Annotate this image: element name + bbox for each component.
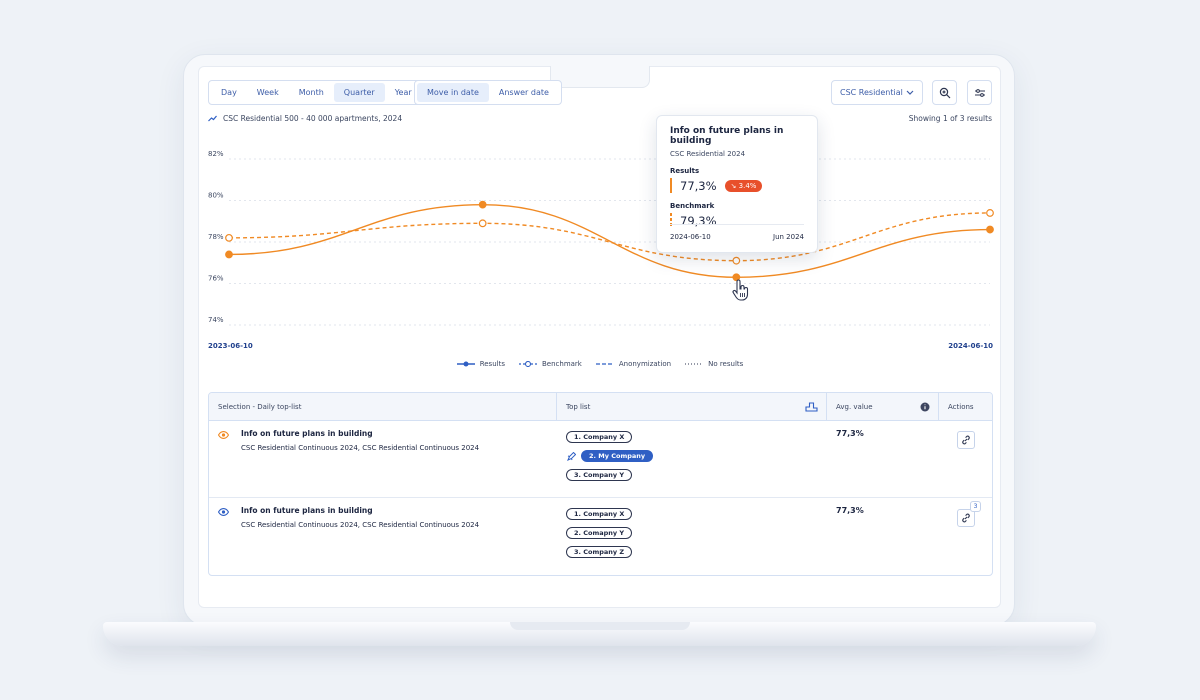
date-type-tabs: Move in date Answer date xyxy=(414,80,562,105)
zoom-button[interactable] xyxy=(932,80,957,105)
results-table: Selection - Daily top-list Top list Avg.… xyxy=(208,392,993,576)
tab-move-in-date[interactable]: Move in date xyxy=(417,83,489,102)
legend-anonymization-icon xyxy=(595,363,614,365)
y-tick-label: 78% xyxy=(208,233,224,241)
legend-anonymization-label: Anonymization xyxy=(618,360,672,368)
header-actions: Actions xyxy=(948,403,974,411)
table-row: Info on future plans in building CSC Res… xyxy=(209,421,992,498)
row-title: Info on future plans in building xyxy=(241,506,373,515)
header-avg-value: Avg. value xyxy=(827,393,939,421)
results-bar-marker xyxy=(670,178,672,193)
legend-benchmark-icon xyxy=(518,361,537,367)
results-point xyxy=(478,200,487,209)
dropdown-value: CSC Residential xyxy=(840,88,903,97)
benchmark-point xyxy=(478,219,487,228)
legend-benchmark-label: Benchmark xyxy=(541,360,582,368)
tooltip-subtitle: CSC Residential 2024 xyxy=(670,150,746,158)
legend-item-anonymization: Anonymization xyxy=(595,360,672,368)
podium-icon[interactable] xyxy=(805,401,818,412)
tab-answer-date[interactable]: Answer date xyxy=(489,83,559,102)
results-line xyxy=(228,203,991,278)
change-badge: ↘ 3.4% xyxy=(724,179,763,192)
company-pill: 3. Company Z xyxy=(566,546,633,558)
rocket-icon xyxy=(567,452,576,461)
benchmark-point xyxy=(225,233,233,242)
info-icon[interactable] xyxy=(920,402,930,412)
link-icon xyxy=(962,513,970,523)
tooltip-title: Info on future plans in building xyxy=(670,126,784,146)
header-top-list-label: Top list xyxy=(566,403,591,411)
trend-line-icon xyxy=(208,115,217,122)
tooltip-date: 2024-06-10 xyxy=(670,233,711,241)
y-tick-label: 76% xyxy=(208,275,224,283)
laptop-notch xyxy=(550,66,650,88)
change-badge-value: 3.4% xyxy=(738,181,757,190)
legend-item-benchmark: Benchmark xyxy=(518,360,582,368)
table-row: Info on future plans in building CSC Res… xyxy=(209,498,992,575)
eye-icon[interactable] xyxy=(218,431,229,439)
legend-no-results-label: No results xyxy=(708,360,744,368)
series-label: CSC Residential 500 - 40 000 apartments,… xyxy=(208,114,402,123)
header-selection: Selection - Daily top-list xyxy=(209,393,557,421)
legend-results-icon xyxy=(456,361,475,367)
row-subtitle: CSC Residential Continuous 2024, CSC Res… xyxy=(241,444,480,452)
link-button[interactable] xyxy=(957,431,975,449)
tab-quarter[interactable]: Quarter xyxy=(333,83,385,102)
period-tabs: Day Week Month Quarter Year xyxy=(208,80,425,105)
x-tick-label: 2024-06-10 xyxy=(948,342,993,350)
results-point xyxy=(986,225,994,234)
filter-button[interactable] xyxy=(967,80,992,105)
tooltip-results-row: 77,3% ↘ 3.4% xyxy=(670,178,804,193)
x-tick-label: 2023-06-10 xyxy=(208,342,253,350)
tab-month[interactable]: Month xyxy=(289,83,334,102)
results-count: Showing 1 of 3 results xyxy=(908,114,992,123)
filter-sliders-icon xyxy=(974,88,985,97)
benchmark-line xyxy=(228,212,991,262)
table-header: Selection - Daily top-list Top list Avg.… xyxy=(209,393,992,421)
chevron-down-icon xyxy=(906,90,914,95)
y-tick-label: 80% xyxy=(208,192,224,200)
tooltip-results-label: Results xyxy=(670,167,700,175)
benchmark-point xyxy=(986,209,994,217)
company-pill: 1. Company X xyxy=(566,431,633,443)
tab-day[interactable]: Day xyxy=(211,83,247,102)
benchmark-point xyxy=(732,256,741,265)
zoom-in-icon xyxy=(939,87,950,98)
row-subtitle: CSC Residential Continuous 2024, CSC Res… xyxy=(241,521,480,529)
company-pill: 1. Company X xyxy=(566,508,633,520)
legend-no-results-icon xyxy=(685,363,704,365)
tooltip-benchmark-label: Benchmark xyxy=(670,202,715,210)
avg-value: 77,3% xyxy=(836,506,864,515)
company-pill: 3. Company Y xyxy=(566,469,633,481)
tab-week[interactable]: Week xyxy=(247,83,289,102)
chart-tooltip: Info on future plans in building CSC Res… xyxy=(656,115,818,253)
chart-legend: Results Benchmark Anonymization No resul… xyxy=(200,360,1000,368)
link-count-badge: 3 xyxy=(970,501,981,512)
y-tick-label: 74% xyxy=(208,316,224,324)
header-top-list: Top list xyxy=(557,393,827,421)
header-avg-value-label: Avg. value xyxy=(836,403,873,411)
tooltip-results-value: 77,3% xyxy=(680,178,717,193)
dataset-dropdown[interactable]: CSC Residential xyxy=(831,80,923,105)
link-icon xyxy=(962,435,970,445)
row-title: Info on future plans in building xyxy=(241,429,373,438)
laptop-base-groove xyxy=(510,622,690,630)
company-pill: 2. Comapny Y xyxy=(566,527,633,539)
line-chart: 82% 80% 78% 76% 74% 2023-06-10 2024-06-10 xyxy=(208,150,994,350)
my-company-pill: 2. My Company xyxy=(581,450,654,462)
legend-item-results: Results xyxy=(456,360,505,368)
legend-item-no-results: No results xyxy=(685,360,743,368)
results-point xyxy=(225,250,233,259)
avg-value: 77,3% xyxy=(836,429,864,438)
series-label-text: CSC Residential 500 - 40 000 apartments,… xyxy=(223,114,403,123)
y-tick-label: 82% xyxy=(208,150,224,158)
legend-results-label: Results xyxy=(479,360,505,368)
hand-pointer-icon xyxy=(732,279,749,301)
eye-icon[interactable] xyxy=(218,508,229,516)
tooltip-period: Jun 2024 xyxy=(773,233,804,241)
tooltip-footer: 2024-06-10 Jun 2024 xyxy=(670,224,804,241)
